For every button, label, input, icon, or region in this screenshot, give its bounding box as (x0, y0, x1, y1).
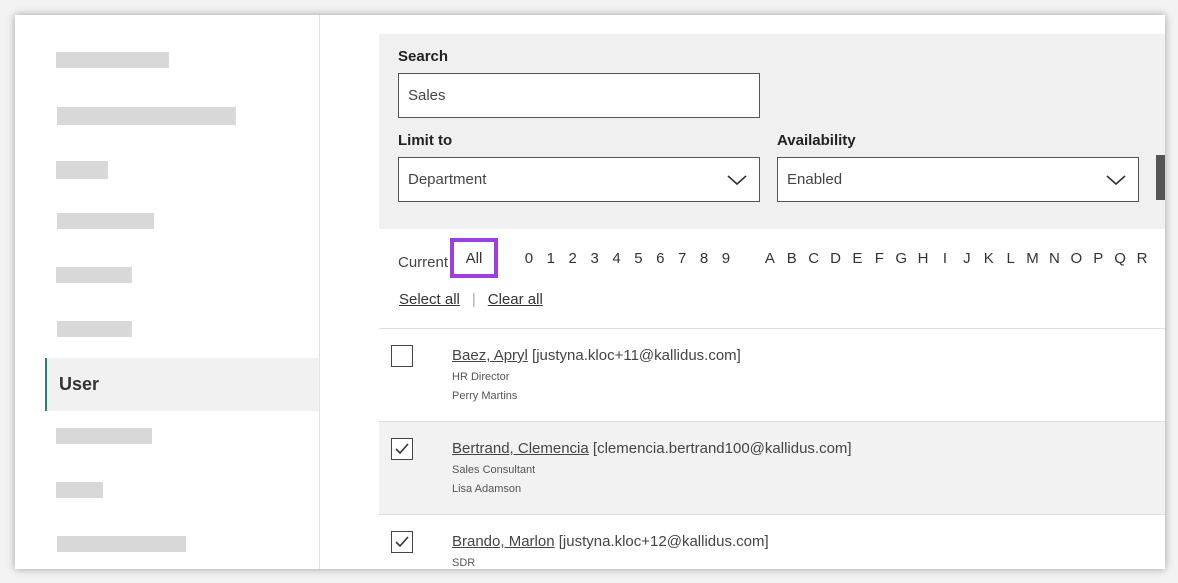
user-name-link[interactable]: Baez, Apryl (452, 347, 528, 364)
filter-panel: Search Sales Limit to Department Availab… (379, 34, 1165, 229)
filter-all-button[interactable]: All (450, 238, 498, 278)
user-title: HR Director (452, 371, 510, 383)
current-filter-label: Current (398, 253, 449, 271)
user-list: Baez, Apryl [justyna.kloc+11@kallidus.co… (379, 328, 1165, 569)
user-manager: Perry Martins (452, 390, 518, 402)
limit-to-value: Department (408, 171, 487, 188)
filter-char-a[interactable]: A (759, 250, 781, 267)
chevron-down-icon (727, 175, 747, 186)
filter-char-e[interactable]: E (846, 250, 868, 267)
filter-char-6[interactable]: 6 (649, 250, 671, 267)
user-title: Sales Consultant (452, 464, 536, 476)
divider: | (471, 291, 476, 308)
filter-char-0[interactable]: 0 (518, 250, 540, 267)
filter-char-g[interactable]: G (890, 250, 912, 267)
alphabet-filter: Current All 0123456789 ABCDEFGHIJKLMNOPQ… (398, 238, 1147, 278)
user-email: [clemencia.bertrand100@kallidus.com] (592, 440, 852, 457)
limit-to-select[interactable]: Department (398, 157, 760, 202)
table-row: Brando, Marlon [justyna.kloc+12@kallidus… (379, 515, 1165, 569)
filter-char-k[interactable]: K (978, 250, 1000, 267)
filter-char-r[interactable]: R (1131, 250, 1153, 267)
sidebar-item-placeholder[interactable] (56, 161, 108, 179)
filter-char-5[interactable]: 5 (627, 250, 649, 267)
user-line: Brando, Marlon [justyna.kloc+12@kallidus… (452, 533, 769, 550)
sidebar-item-label: User (59, 374, 100, 394)
user-line: Baez, Apryl [justyna.kloc+11@kallidus.co… (452, 347, 741, 364)
check-icon (395, 443, 409, 455)
limit-to-label: Limit to (398, 132, 453, 149)
user-manager: Lisa Adamson (452, 483, 522, 495)
check-icon (395, 536, 409, 548)
filter-char-l[interactable]: L (1000, 250, 1022, 267)
availability-value: Enabled (787, 171, 843, 188)
user-email: [justyna.kloc+12@kallidus.com] (558, 533, 769, 550)
search-input-value: Sales (408, 87, 446, 104)
filter-char-b[interactable]: B (781, 250, 803, 267)
filter-char-c[interactable]: C (803, 250, 825, 267)
filter-char-i[interactable]: I (934, 250, 956, 267)
main-content: Search Sales Limit to Department Availab… (320, 15, 1165, 569)
sidebar-item-placeholder[interactable] (56, 482, 103, 498)
sidebar-item-placeholder[interactable] (57, 107, 236, 125)
sidebar-item-placeholder[interactable] (56, 428, 152, 444)
row-checkbox[interactable] (391, 438, 413, 460)
filter-char-1[interactable]: 1 (540, 250, 562, 267)
table-row: Bertrand, Clemencia [clemencia.bertrand1… (379, 422, 1165, 515)
filter-char-p[interactable]: P (1087, 250, 1109, 267)
sidebar: User (15, 15, 320, 569)
filter-char-2[interactable]: 2 (562, 250, 584, 267)
clear-all-link[interactable]: Clear all (488, 291, 543, 308)
filter-char-9[interactable]: 9 (715, 250, 737, 267)
sidebar-item-placeholder[interactable] (57, 536, 186, 552)
select-all-link[interactable]: Select all (399, 291, 460, 308)
filter-char-d[interactable]: D (825, 250, 847, 267)
filter-char-7[interactable]: 7 (671, 250, 693, 267)
search-input[interactable]: Sales (398, 73, 760, 118)
sidebar-item-placeholder[interactable] (57, 213, 154, 229)
availability-label: Availability (777, 132, 856, 149)
search-button[interactable] (1156, 155, 1165, 200)
filter-char-4[interactable]: 4 (606, 250, 628, 267)
filter-all-label: All (465, 249, 483, 267)
user-title: SDR (452, 557, 476, 569)
user-line: Bertrand, Clemencia [clemencia.bertrand1… (452, 440, 852, 457)
table-row: Baez, Apryl [justyna.kloc+11@kallidus.co… (379, 329, 1165, 422)
user-name-link[interactable]: Bertrand, Clemencia (452, 440, 589, 457)
filter-char-n[interactable]: N (1043, 250, 1065, 267)
filter-char-8[interactable]: 8 (693, 250, 715, 267)
sidebar-item-placeholder[interactable] (56, 52, 169, 68)
user-name-link[interactable]: Brando, Marlon (452, 533, 555, 550)
selection-links: Select all | Clear all (399, 291, 543, 308)
filter-char-3[interactable]: 3 (584, 250, 606, 267)
search-label: Search (398, 48, 449, 65)
availability-select[interactable]: Enabled (777, 157, 1139, 202)
alphabet-letters: 0123456789 ABCDEFGHIJKLMNOPQR (518, 250, 1153, 267)
filter-char-j[interactable]: J (956, 250, 978, 267)
app-window: User Search Sales Limit to Department Av… (15, 15, 1165, 569)
row-checkbox[interactable] (391, 345, 413, 367)
filter-char-q[interactable]: Q (1109, 250, 1131, 267)
filter-char-m[interactable]: M (1022, 250, 1044, 267)
sidebar-item-placeholder[interactable] (56, 267, 132, 283)
sidebar-item-placeholder[interactable] (57, 321, 132, 337)
row-checkbox[interactable] (391, 531, 413, 553)
sidebar-item-user[interactable]: User (45, 358, 319, 411)
filter-char-o[interactable]: O (1065, 250, 1087, 267)
filter-char-h[interactable]: H (912, 250, 934, 267)
user-email: [justyna.kloc+11@kallidus.com] (532, 347, 741, 364)
filter-char-f[interactable]: F (868, 250, 890, 267)
chevron-down-icon (1106, 175, 1126, 186)
